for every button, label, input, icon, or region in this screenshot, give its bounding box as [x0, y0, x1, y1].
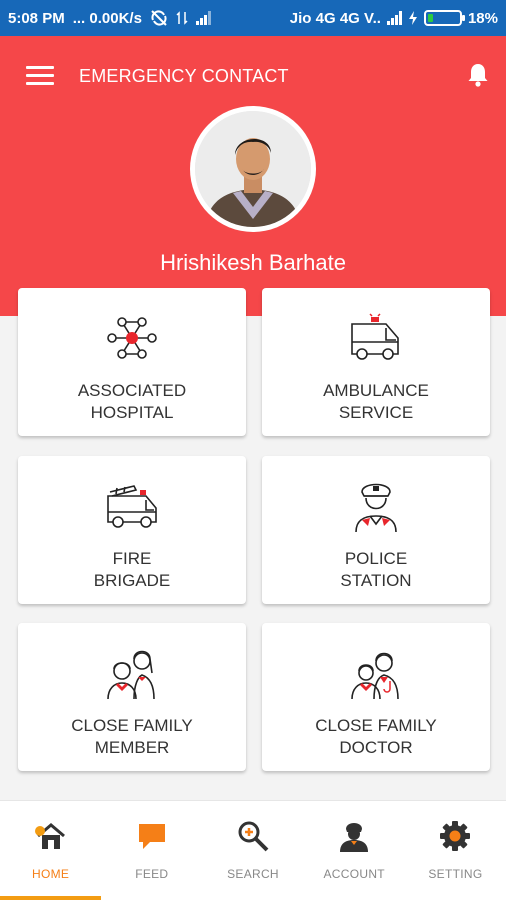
search-icon [238, 821, 269, 852]
status-carrier: Jio 4G 4G V.. [289, 9, 381, 27]
page-title: EMERGENCY CONTACT [79, 66, 289, 86]
nav-label: SEARCH [227, 867, 279, 881]
police-officer-icon [355, 483, 397, 533]
card-label: AMBULANCE SERVICE [323, 381, 429, 422]
notification-bell-icon[interactable] [466, 62, 490, 88]
data-transfer-icon [176, 11, 188, 25]
bottom-navigation: HOME FEED SEARCH ACCOUNT SETTING [0, 800, 506, 900]
signal-icon [195, 11, 211, 25]
signal-icon-2 [386, 11, 402, 25]
nav-search[interactable]: SEARCH [202, 801, 303, 900]
status-time: 5:08 PM [8, 9, 65, 27]
user-name: Hrishikesh Barhate [160, 250, 346, 275]
nav-setting[interactable]: SETTING [405, 801, 506, 900]
status-speed: ... 0.00K/s [72, 9, 142, 27]
battery-icon [423, 10, 465, 26]
profile-photo [195, 111, 311, 227]
status-bar: 5:08 PM ... 0.00K/s Jio 4G 4G V.. 18% [0, 0, 506, 36]
police-station-card[interactable]: POLICE STATION [262, 456, 490, 604]
menu-bar [26, 74, 54, 77]
sync-off-icon [151, 10, 167, 26]
menu-bar [26, 66, 54, 69]
doctor-icon [351, 652, 399, 700]
card-label: FIRE BRIGADE [93, 549, 171, 590]
fire-brigade-card[interactable]: FIRE BRIGADE [18, 456, 246, 604]
family-icon [107, 650, 155, 700]
associated-hospital-card[interactable]: ASSOCIATED HOSPITAL [18, 288, 246, 436]
nav-label: ACCOUNT [323, 867, 385, 881]
account-icon [340, 823, 369, 852]
close-family-member-card[interactable]: CLOSE FAMILY MEMBER [18, 623, 246, 771]
close-family-doctor-card[interactable]: CLOSE FAMILY DOCTOR [262, 623, 490, 771]
network-icon [107, 317, 157, 359]
nav-label: HOME [32, 867, 70, 881]
hamburger-menu-button[interactable] [26, 66, 54, 86]
nav-label: SETTING [428, 867, 483, 881]
charging-icon [408, 11, 417, 25]
card-label: ASSOCIATED HOSPITAL [77, 381, 187, 422]
profile-header: EMERGENCY CONTACT Hrishikesh Barhate [0, 36, 506, 316]
menu-bar [26, 82, 54, 85]
nav-home[interactable]: HOME [0, 801, 102, 900]
nav-account[interactable]: ACCOUNT [304, 801, 405, 900]
ambulance-icon [351, 313, 399, 360]
gear-icon [440, 821, 471, 851]
chat-bubble-icon [138, 824, 165, 849]
fire-truck-icon [107, 485, 157, 528]
home-icon [34, 823, 65, 849]
card-label: CLOSE FAMILY DOCTOR [315, 716, 437, 757]
nav-feed[interactable]: FEED [101, 801, 202, 900]
card-label: POLICE STATION [340, 549, 412, 590]
battery-percent: 18% [467, 9, 498, 27]
nav-label: FEED [135, 867, 169, 881]
card-label: CLOSE FAMILY MEMBER [71, 716, 193, 757]
avatar[interactable] [190, 106, 316, 232]
ambulance-service-card[interactable]: AMBULANCE SERVICE [262, 288, 490, 436]
